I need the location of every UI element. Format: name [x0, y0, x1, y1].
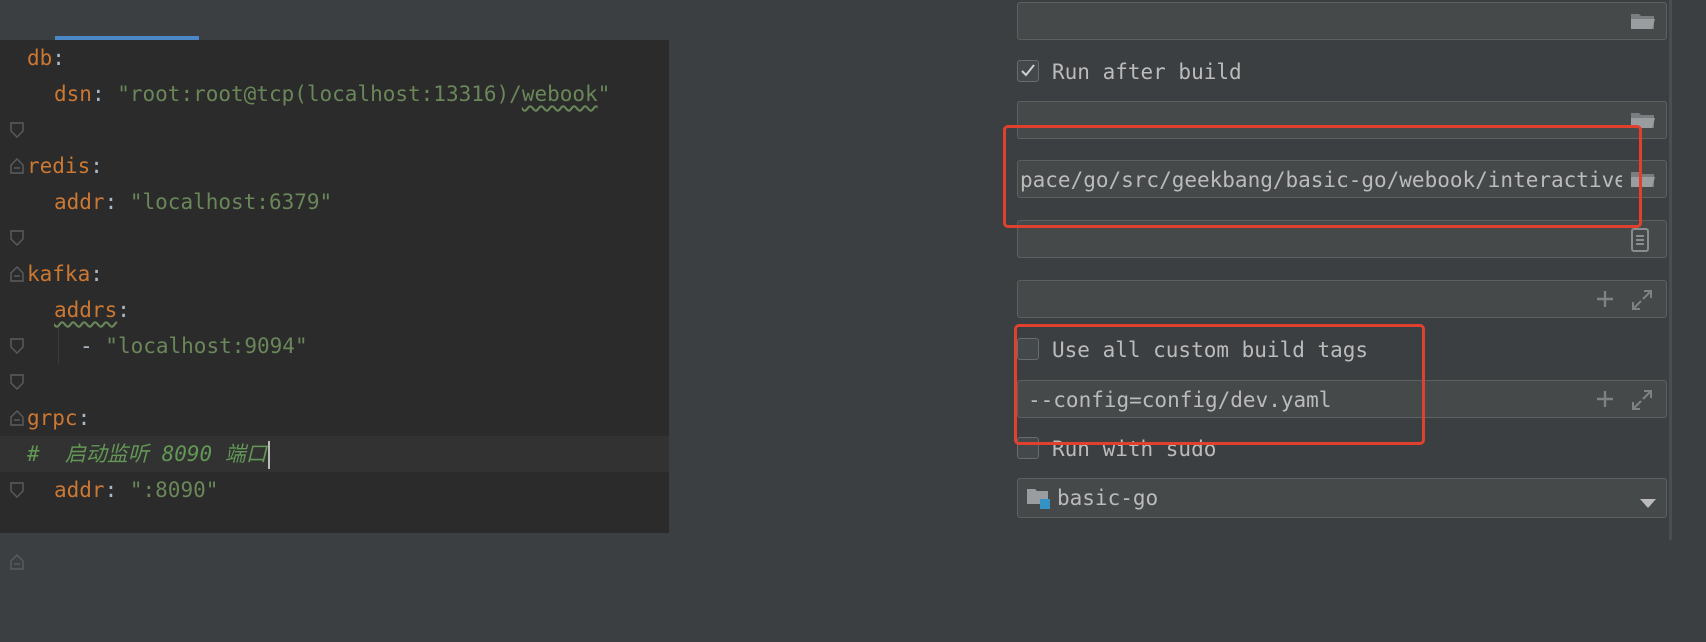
yaml-key: kafka	[27, 262, 91, 286]
program-arguments-value: --config=config/dev.yaml	[1028, 388, 1332, 412]
yaml-string: "localhost:9094"	[105, 334, 308, 358]
expand-icon[interactable]	[1630, 388, 1654, 412]
yaml-string: ":8090"	[129, 478, 219, 502]
program-arguments-field[interactable]: --config=config/dev.yaml	[1017, 380, 1667, 418]
code-line-kafka[interactable]: kafka:	[0, 256, 669, 354]
code-line-list-item[interactable]: - "localhost:9094"	[0, 328, 669, 426]
run-after-build-label: Run after build	[1052, 60, 1242, 84]
document-icon[interactable]	[1630, 228, 1654, 252]
fold-marker-icon[interactable]	[10, 86, 24, 174]
expand-icon[interactable]	[1630, 288, 1654, 312]
chevron-down-icon[interactable]	[1640, 494, 1656, 513]
code-editor[interactable]: db: dsn: "root:root@tcp(localhost:13316)…	[0, 40, 669, 570]
spelling-warning: webook	[521, 82, 598, 106]
text-caret	[267, 441, 270, 469]
run-with-sudo-option[interactable]: Run with sudo	[1017, 434, 1317, 464]
working-directory-value: pace/go/src/geekbang/basic-go/webook/int…	[1020, 168, 1622, 192]
yaml-comment: # 启动监听 8090 端口	[27, 442, 267, 466]
run-after-build-option[interactable]: Run after build	[1017, 57, 1317, 87]
code-line-empty[interactable]	[0, 364, 669, 400]
fold-marker-icon[interactable]	[10, 302, 24, 390]
code-line-comment[interactable]: # 启动监听 8090 端口	[0, 436, 669, 472]
yaml-key: redis	[27, 154, 91, 178]
code-line-addr[interactable]: addr: "localhost:6379"	[0, 184, 669, 282]
fold-marker-icon[interactable]	[10, 338, 24, 426]
yaml-key: db	[27, 46, 53, 70]
yaml-string: "root:root@tcp(localhost:13316)/	[117, 82, 522, 106]
code-line-redis[interactable]: redis:	[0, 148, 669, 246]
module-select[interactable]: basic-go	[1017, 478, 1667, 518]
run-after-build-checkbox[interactable]	[1017, 60, 1039, 82]
indent-guide	[58, 328, 59, 364]
code-line-empty[interactable]	[0, 220, 669, 256]
use-all-custom-build-tags-checkbox[interactable]	[1017, 338, 1039, 360]
code-line-grpc-addr[interactable]: addr: ":8090"	[0, 472, 669, 570]
folder-icon[interactable]	[1630, 168, 1655, 192]
fold-marker-icon[interactable]	[10, 410, 24, 498]
scrollbar[interactable]	[1669, 0, 1672, 540]
working-directory-field[interactable]: pace/go/src/geekbang/basic-go/webook/int…	[1017, 160, 1667, 198]
folder-icon[interactable]	[1630, 10, 1655, 34]
fold-marker-icon[interactable]	[10, 50, 24, 138]
output-directory-field[interactable]	[1017, 2, 1667, 40]
code-line-dsn[interactable]: dsn: "root:root@tcp(localhost:13316)/web…	[0, 76, 669, 174]
use-all-custom-build-tags-option[interactable]: Use all custom build tags	[1017, 335, 1397, 365]
fold-marker-icon[interactable]	[10, 266, 24, 354]
plus-icon[interactable]	[1594, 388, 1618, 412]
code-line-addrs[interactable]: addrs:	[0, 292, 669, 390]
go-tool-arguments-field[interactable]	[1017, 280, 1667, 318]
module-folder-icon	[1026, 486, 1052, 514]
yaml-key: dsn	[54, 82, 92, 106]
folder-icon[interactable]	[1630, 109, 1655, 133]
spelling-warning: addrs	[54, 298, 118, 322]
yaml-key: addr	[54, 190, 105, 214]
fold-marker-icon[interactable]	[10, 158, 24, 246]
yaml-string: "localhost:6379"	[129, 190, 333, 214]
environment-field[interactable]	[1017, 220, 1667, 258]
fold-marker-icon[interactable]	[10, 482, 24, 570]
editor-tab-strip	[0, 0, 669, 40]
plus-icon[interactable]	[1594, 288, 1618, 312]
run-with-sudo-checkbox[interactable]	[1017, 437, 1039, 459]
use-all-custom-build-tags-label: Use all custom build tags	[1052, 338, 1369, 362]
yaml-key: grpc	[27, 406, 78, 430]
code-line-grpc[interactable]: grpc:	[0, 400, 669, 498]
module-select-value: basic-go	[1057, 486, 1159, 510]
code-line-empty[interactable]	[0, 112, 669, 148]
code-line-db[interactable]: db:	[0, 40, 669, 138]
output-path-field[interactable]	[1017, 101, 1667, 139]
fold-marker-icon[interactable]	[10, 194, 24, 282]
yaml-key: addr	[54, 478, 105, 502]
run-with-sudo-label: Run with sudo	[1052, 437, 1217, 461]
